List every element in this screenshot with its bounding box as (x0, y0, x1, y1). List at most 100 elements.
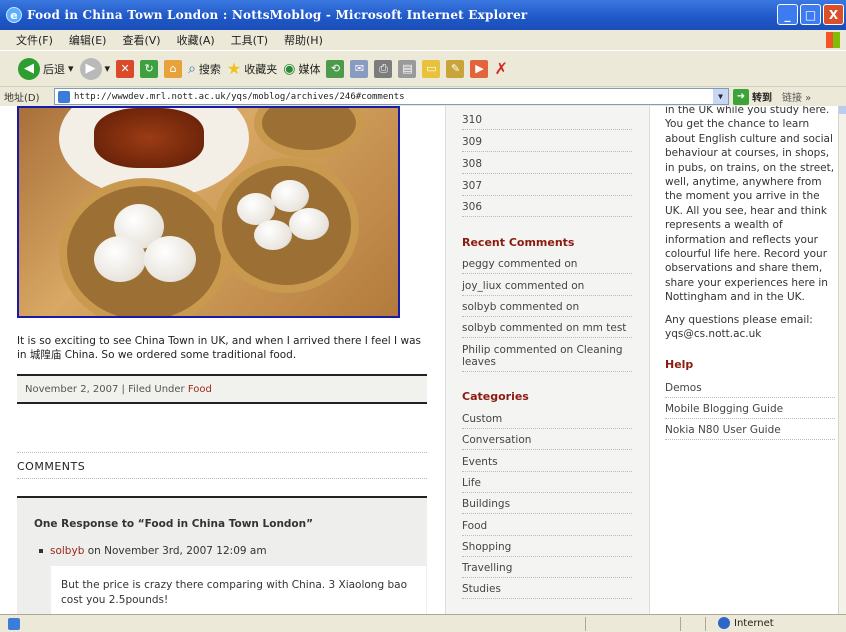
globe-icon (718, 617, 730, 629)
page-content: It is so exciting to see China Town in U… (0, 106, 846, 614)
media-icon: ◉ (283, 60, 296, 77)
address-label: 地址(D) (4, 93, 40, 104)
category-link[interactable]: Events (462, 456, 632, 472)
menu-tools[interactable]: 工具(T) (231, 32, 268, 48)
help-link[interactable]: Demos (665, 382, 835, 398)
bullet-icon (39, 549, 43, 553)
category-link[interactable]: Travelling (462, 562, 632, 578)
recent-comment-link[interactable]: solbyb commented on mm test (462, 322, 632, 338)
mail-icon[interactable]: ✉ (350, 59, 369, 78)
recent-comment-link[interactable]: peggy commented on (462, 258, 632, 274)
category-link[interactable]: Custom (462, 413, 632, 429)
menu-help[interactable]: 帮助(H) (284, 32, 323, 48)
vertical-scrollbar[interactable] (838, 106, 846, 614)
folder-icon[interactable]: ▭ (422, 59, 441, 78)
player-icon[interactable]: ▶ (470, 59, 489, 78)
archive-link[interactable]: 309 (462, 136, 632, 152)
archive-link[interactable]: 310 (462, 114, 632, 130)
go-button[interactable]: ➜ 转到 (733, 88, 772, 105)
favorites-label: 收藏夹 (244, 62, 278, 76)
bun (144, 236, 196, 282)
archive-link[interactable]: 306 (462, 201, 632, 217)
toolbar: ◀ 后退 ▾ ▶ ▾ ✕ ↻ ⌂ ⌕ 搜索 ★ 收藏夹 ◉ 媒体 ⟲ ✉ ⎙ ▤… (0, 50, 846, 86)
help-heading: Help (665, 358, 694, 371)
chevron-down-icon[interactable]: ▼ (713, 89, 728, 104)
history-icon[interactable]: ⟲ (326, 59, 345, 78)
category-link[interactable]: Food (462, 520, 632, 536)
security-zone: Internet (718, 617, 774, 629)
search-button[interactable]: ⌕ 搜索 (188, 61, 221, 77)
contact-text: Any questions please email: yqs@cs.nott.… (665, 314, 813, 341)
menu-favorites[interactable]: 收藏(A) (177, 32, 215, 48)
divider (17, 452, 427, 453)
maximize-button[interactable]: □ (800, 4, 821, 25)
category-link[interactable]: Life (462, 477, 632, 493)
category-link[interactable]: Studies (462, 583, 632, 599)
post-date: November 2, 2007 (25, 383, 119, 395)
window-title: Food in China Town London : NottsMoblog … (27, 8, 528, 22)
links-button[interactable]: 链接 » (782, 89, 811, 104)
back-label: 后退 (43, 62, 65, 76)
dumpling (254, 220, 292, 250)
sidebar-archives: 310 309 308 307 306 Recent Comments pegg… (445, 106, 650, 614)
dumpling (271, 180, 309, 212)
edit-icon[interactable]: ▤ (398, 59, 417, 78)
archive-link[interactable]: 307 (462, 180, 632, 196)
bun (94, 236, 146, 282)
category-link[interactable]: Shopping (462, 541, 632, 557)
post-body: It is so exciting to see China Town in U… (17, 335, 421, 361)
scroll-up-button[interactable] (839, 106, 846, 114)
divider (705, 617, 706, 631)
minimize-button[interactable]: _ (777, 4, 798, 25)
post-category-link[interactable]: Food (188, 384, 212, 395)
category-link[interactable]: Buildings (462, 498, 632, 514)
go-label: 转到 (752, 93, 772, 104)
help-link[interactable]: Mobile Blogging Guide (665, 403, 835, 419)
stop-icon[interactable]: ✕ (116, 59, 135, 78)
search-icon: ⌕ (188, 60, 196, 77)
archive-link[interactable]: 308 (462, 158, 632, 174)
back-button[interactable]: ◀ 后退 ▾ (18, 57, 74, 80)
about-text: in the UK while you study here. You get … (665, 106, 835, 304)
response-title: One Response to “Food in China Town Lond… (34, 518, 314, 530)
address-url: http://wwwdev.mrl.nott.ac.uk/yqs/moblog/… (74, 91, 405, 102)
recent-comments-heading: Recent Comments (462, 236, 575, 249)
menu-bar: 文件(F) 编辑(E) 查看(V) 收藏(A) 工具(T) 帮助(H) (0, 30, 846, 50)
feather-icon[interactable]: ✗ (494, 59, 507, 78)
recent-comment-link[interactable]: joy_liux commented on (462, 280, 632, 296)
roast-duck (94, 108, 204, 168)
comment-item: solbyb on November 3rd, 2007 12:09 am (39, 545, 267, 557)
forward-button[interactable]: ▶ ▾ (79, 57, 111, 80)
steamer-basket (254, 108, 364, 158)
comment-date: on November 3rd, 2007 12:09 am (87, 545, 267, 557)
menu-view[interactable]: 查看(V) (122, 32, 160, 48)
comment-body: But the price is crazy there comparing w… (51, 566, 426, 614)
zone-label: Internet (734, 617, 774, 629)
sidebar-about: in the UK while you study here. You get … (658, 106, 838, 614)
close-button[interactable]: X (823, 4, 844, 25)
chevron-down-icon: ▾ (104, 62, 111, 75)
menu-file[interactable]: 文件(F) (16, 32, 53, 48)
comment-author-link[interactable]: solbyb (50, 545, 84, 557)
recent-comment-link[interactable]: Philip commented on Cleaning leaves (462, 344, 632, 372)
messenger-icon[interactable]: ✎ (446, 59, 465, 78)
address-input[interactable]: http://wwwdev.mrl.nott.ac.uk/yqs/moblog/… (54, 88, 729, 105)
help-link[interactable]: Nokia N80 User Guide (665, 424, 835, 440)
divider (585, 617, 586, 631)
comments-heading: COMMENTS (17, 460, 86, 473)
media-button[interactable]: ◉ 媒体 (283, 61, 320, 77)
refresh-icon[interactable]: ↻ (140, 59, 159, 78)
category-link[interactable]: Conversation (462, 434, 632, 450)
home-icon[interactable]: ⌂ (164, 59, 183, 78)
comment-section: One Response to “Food in China Town Lond… (17, 496, 427, 614)
post-photo (17, 106, 400, 318)
print-icon[interactable]: ⎙ (374, 59, 393, 78)
window-controls: _ □ X (777, 4, 844, 25)
chevron-down-icon: ▾ (68, 62, 74, 75)
recent-comment-link[interactable]: solbyb commented on (462, 301, 632, 317)
page-icon (58, 90, 70, 103)
categories-heading: Categories (462, 390, 529, 403)
media-label: 媒体 (298, 62, 321, 76)
favorites-button[interactable]: ★ 收藏夹 (227, 59, 277, 78)
menu-edit[interactable]: 编辑(E) (69, 32, 107, 48)
